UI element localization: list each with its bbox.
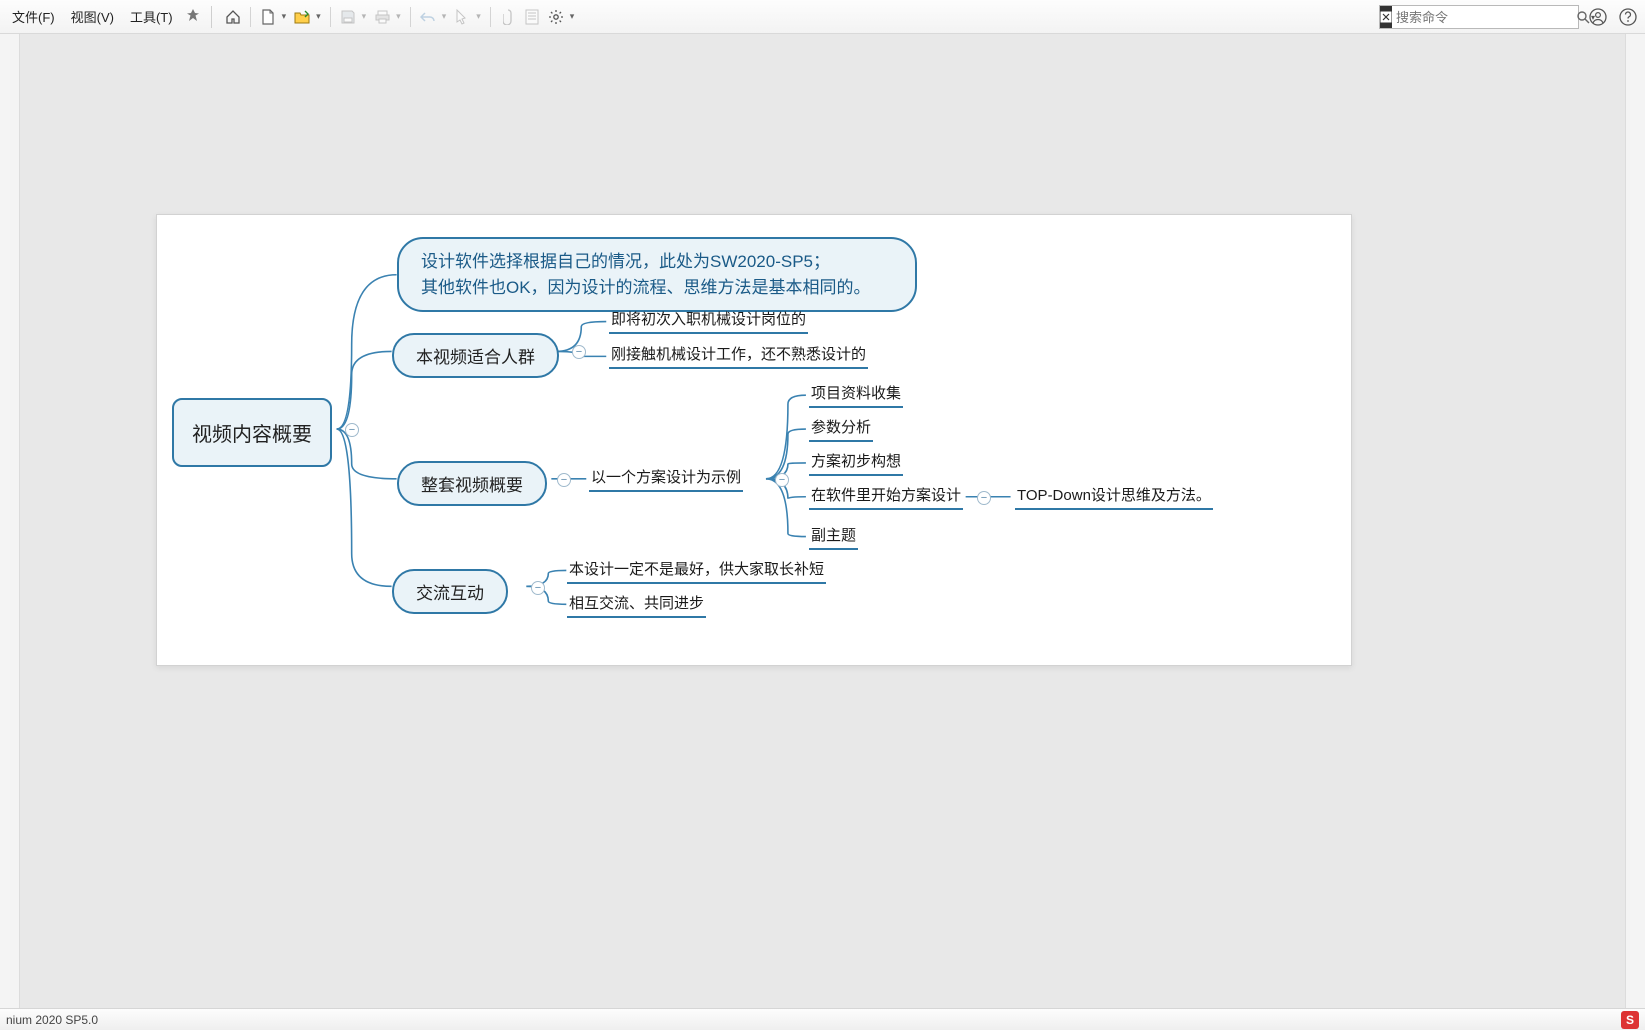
expand-toggle[interactable]: − xyxy=(977,491,991,505)
search-mode-icon[interactable] xyxy=(1380,6,1392,28)
separator xyxy=(410,7,411,27)
menu-tools[interactable]: 工具(T) xyxy=(122,3,181,30)
home-icon[interactable] xyxy=(222,6,244,28)
separator xyxy=(490,7,491,27)
command-search[interactable]: ▾ xyxy=(1379,5,1579,29)
status-text: nium 2020 SP5.0 xyxy=(6,1013,98,1027)
branch-overview[interactable]: 整套视频概要 xyxy=(397,461,547,506)
ime-badge[interactable]: S xyxy=(1621,1011,1639,1029)
expand-toggle[interactable]: − xyxy=(531,581,545,595)
chevron-down-icon[interactable]: ▾ xyxy=(359,11,370,22)
expand-toggle[interactable]: − xyxy=(572,345,586,359)
note-line2: 其他软件也OK，因为设计的流程、思维方法是基本相同的。 xyxy=(421,275,893,301)
chevron-down-icon[interactable]: ▾ xyxy=(393,11,404,22)
workspace: 视频内容概要 − 设计软件选择根据自己的情况，此处为SW2020-SP5； 其他… xyxy=(0,34,1645,1008)
print-button[interactable]: ▾ xyxy=(371,6,404,28)
branch-communication[interactable]: 交流互动 xyxy=(392,569,508,614)
expand-toggle[interactable]: − xyxy=(557,473,571,487)
leaf-ov-4-detail[interactable]: TOP-Down设计思维及方法。 xyxy=(1015,484,1213,510)
leaf-comm-2[interactable]: 相互交流、共同进步 xyxy=(567,592,706,618)
leaf-overview-example[interactable]: 以一个方案设计为示例 xyxy=(589,466,743,492)
separator xyxy=(211,6,212,28)
expand-toggle[interactable]: − xyxy=(345,423,359,437)
leaf-ov-5[interactable]: 副主题 xyxy=(809,524,858,550)
toolbar-right: ▾ xyxy=(1379,0,1639,34)
separator xyxy=(330,7,331,27)
left-gutter xyxy=(0,34,20,1008)
menubar: 文件(F) 视图(V) 工具(T) ▾ ▾ ▾ ▾ xyxy=(0,0,1645,34)
expand-toggle[interactable]: − xyxy=(775,473,789,487)
chevron-down-icon[interactable]: ▾ xyxy=(567,11,578,22)
main-toolbar: ▾ ▾ ▾ ▾ ▾ ▾ xyxy=(222,6,578,28)
pin-icon[interactable] xyxy=(181,5,205,28)
help-icon[interactable] xyxy=(1617,6,1639,28)
new-document-button[interactable]: ▾ xyxy=(257,6,290,28)
menu-view[interactable]: 视图(V) xyxy=(63,3,122,30)
form-icon[interactable] xyxy=(521,6,543,28)
chevron-down-icon[interactable]: ▾ xyxy=(313,11,324,22)
chevron-down-icon[interactable]: ▾ xyxy=(279,11,290,22)
leaf-ov-3[interactable]: 方案初步构想 xyxy=(809,450,903,476)
mindmap-root[interactable]: 视频内容概要 xyxy=(172,398,332,467)
menu-file[interactable]: 文件(F) xyxy=(4,3,63,30)
mindmap-note-node[interactable]: 设计软件选择根据自己的情况，此处为SW2020-SP5； 其他软件也OK，因为设… xyxy=(397,237,917,312)
select-tool-button[interactable]: ▾ xyxy=(451,6,484,28)
attachment-icon[interactable] xyxy=(497,6,519,28)
separator xyxy=(250,7,251,27)
open-document-button[interactable]: ▾ xyxy=(291,6,324,28)
save-button[interactable]: ▾ xyxy=(337,6,370,28)
account-icon[interactable] xyxy=(1587,6,1609,28)
leaf-audience-1[interactable]: 即将初次入职机械设计岗位的 xyxy=(609,308,808,334)
leaf-ov-2[interactable]: 参数分析 xyxy=(809,416,873,442)
gear-icon[interactable] xyxy=(545,6,567,28)
settings-button[interactable]: ▾ xyxy=(545,6,578,28)
leaf-audience-2[interactable]: 刚接触机械设计工作，还不熟悉设计的 xyxy=(609,343,868,369)
statusbar: nium 2020 SP5.0 S xyxy=(0,1008,1645,1030)
undo-button[interactable]: ▾ xyxy=(417,6,450,28)
text-menu-group: 文件(F) 视图(V) 工具(T) xyxy=(4,3,205,30)
chevron-down-icon[interactable]: ▾ xyxy=(439,11,450,22)
right-gutter xyxy=(1625,34,1645,1008)
search-input[interactable] xyxy=(1392,10,1576,25)
leaf-ov-4[interactable]: 在软件里开始方案设计 xyxy=(809,484,963,510)
branch-audience[interactable]: 本视频适合人群 xyxy=(392,333,559,378)
leaf-comm-1[interactable]: 本设计一定不是最好，供大家取长补短 xyxy=(567,558,826,584)
leaf-ov-1[interactable]: 项目资料收集 xyxy=(809,382,903,408)
mindmap-canvas[interactable]: 视频内容概要 − 设计软件选择根据自己的情况，此处为SW2020-SP5； 其他… xyxy=(156,214,1352,666)
chevron-down-icon[interactable]: ▾ xyxy=(473,11,484,22)
note-line1: 设计软件选择根据自己的情况，此处为SW2020-SP5； xyxy=(421,249,893,275)
